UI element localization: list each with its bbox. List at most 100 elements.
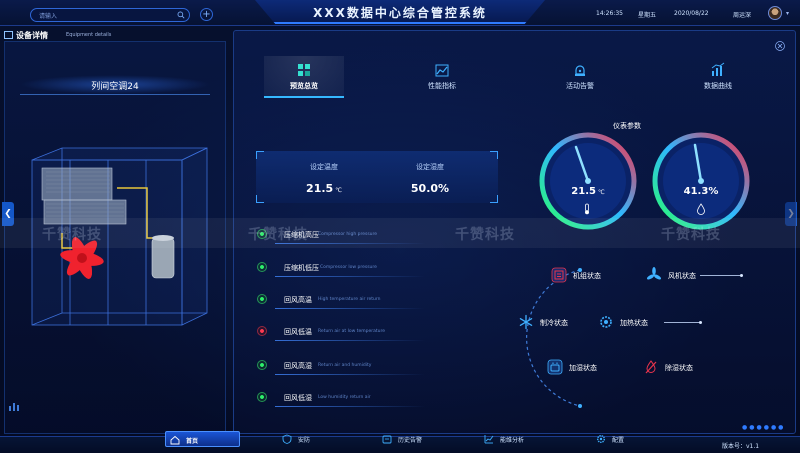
dehumidify-icon	[645, 360, 657, 374]
nav-analysis[interactable]: 能维分析	[480, 431, 555, 447]
equipment-subtitle: Equipment details	[66, 32, 112, 38]
indicator-label: 回风高湿	[284, 362, 312, 370]
cooling-status-label: 制冷状态	[540, 319, 568, 327]
fan-status-label: 风机状态	[668, 272, 696, 280]
tab-overview-label: 预览总览	[290, 82, 318, 90]
status-dot-red	[257, 326, 267, 336]
add-button[interactable]: +	[200, 8, 213, 21]
tab-performance[interactable]: 性能指标	[402, 56, 482, 98]
divider	[275, 308, 425, 309]
tab-overview[interactable]: 预览总览	[264, 56, 344, 98]
divider	[664, 322, 699, 323]
performance-icon	[435, 64, 449, 77]
tab-performance-label: 性能指标	[428, 82, 456, 90]
tab-data-curves[interactable]: 数据曲线	[678, 56, 758, 98]
corner-decoration	[256, 151, 264, 159]
version-label: 版本号：v1.1	[722, 443, 760, 450]
indicator-english: Low humidity return air	[318, 395, 371, 400]
unit-status-icon	[551, 267, 567, 283]
nav-history-alarms[interactable]: 历史告警	[378, 431, 453, 447]
avatar[interactable]	[768, 6, 782, 20]
bar-chart-icon[interactable]	[8, 400, 22, 412]
divider	[275, 276, 425, 277]
indicator-english: Return air at low temperature	[318, 329, 386, 334]
indicator-label: 压缩机低压	[284, 264, 319, 272]
date: 2020/08/22	[674, 10, 709, 17]
device-name: 列间空调24	[91, 82, 139, 92]
nav-settings-label: 配置	[612, 437, 625, 444]
status-dot-green	[257, 360, 267, 370]
gauge-title: 仪表参数	[613, 122, 641, 130]
set-temperature-label: 设定温度	[310, 163, 338, 171]
set-temperature-number: 21.5	[306, 182, 334, 195]
status-arc-decoration	[526, 268, 582, 408]
nav-settings[interactable]: 配置	[592, 431, 667, 447]
search-placeholder: 请输入	[39, 13, 58, 20]
analysis-icon	[484, 435, 494, 444]
nav-home[interactable]: 首页	[165, 431, 240, 447]
humidity-gauge	[652, 132, 750, 230]
search-input[interactable]: 请输入	[30, 8, 190, 22]
alarm-icon	[575, 65, 585, 76]
humidifier-icon	[547, 359, 563, 375]
bullet	[699, 321, 702, 324]
grid-icon	[298, 64, 310, 76]
indicator-label: 回风低湿	[284, 394, 312, 402]
tab-alarms[interactable]: 活动告警	[540, 56, 620, 98]
temperature-gauge-value: 21.5 ℃	[538, 186, 638, 197]
equipment-title-text: 设备详情	[16, 31, 48, 40]
indicator-english: Compressor low pressure	[320, 265, 377, 270]
bullet	[740, 274, 743, 277]
home-icon	[170, 435, 180, 445]
corner-decoration	[490, 151, 498, 159]
humidify-status-label: 加湿状态	[569, 364, 597, 372]
tab-data-curves-label: 数据曲线	[704, 82, 732, 90]
unit-status-label: 机组状态	[573, 272, 601, 280]
indicator-english: Return air and humidity	[318, 363, 372, 368]
set-temperature-unit: ℃	[335, 187, 342, 194]
nav-security[interactable]: 安防	[278, 431, 353, 447]
heating-status-label: 加热状态	[620, 319, 648, 327]
close-icon[interactable]	[775, 41, 785, 51]
temperature-unit: ℃	[597, 189, 605, 196]
weekday: 星期五	[638, 12, 657, 19]
set-humidity-label: 设定湿度	[416, 163, 444, 171]
fan-icon	[646, 267, 662, 280]
divider	[700, 275, 740, 276]
status-dot-green	[257, 392, 267, 402]
humidity-gauge-value: 41.3%	[683, 186, 719, 197]
status-dot-green	[257, 294, 267, 304]
nav-analysis-label: 能维分析	[500, 437, 525, 444]
nav-history-alarms-label: 历史告警	[398, 437, 423, 444]
watermark: 千赞科技	[248, 227, 308, 243]
watermark: 千赞科技	[661, 227, 721, 243]
shield-icon	[282, 434, 292, 444]
nav-home-label: 首页	[186, 438, 199, 445]
pagination-dots[interactable]: ●●●●●●	[742, 424, 785, 431]
humidity-drop-icon	[697, 203, 705, 215]
nav-security-label: 安防	[298, 437, 311, 444]
thermometer-icon	[585, 203, 589, 215]
settings-box	[256, 151, 498, 203]
user-name[interactable]: 周运深	[733, 10, 751, 19]
divider	[275, 406, 425, 407]
snowflake-icon	[519, 314, 533, 330]
device-icon	[4, 31, 13, 39]
corner-decoration	[256, 195, 264, 203]
corner-decoration	[490, 195, 498, 203]
set-humidity-value: 50.0%	[410, 182, 450, 195]
watermark: 千赞科技	[455, 227, 515, 243]
search-icon[interactable]	[177, 11, 185, 19]
set-temperature-value: 21.5 ℃	[294, 182, 354, 195]
indicator-label: 回风高温	[284, 296, 312, 304]
dehumidify-status-label: 除湿状态	[665, 364, 693, 372]
divider	[275, 340, 425, 341]
equipment-title: 设备详情	[4, 30, 48, 41]
status-dot-green	[257, 262, 267, 272]
temperature-number: 21.5	[571, 186, 596, 197]
divider	[275, 374, 425, 375]
watermark: 千赞科技	[42, 227, 102, 243]
chevron-down-icon[interactable]: ▾	[786, 10, 789, 17]
settings-gear-icon	[597, 435, 605, 443]
indicator-english: High temperature air return	[318, 297, 381, 302]
